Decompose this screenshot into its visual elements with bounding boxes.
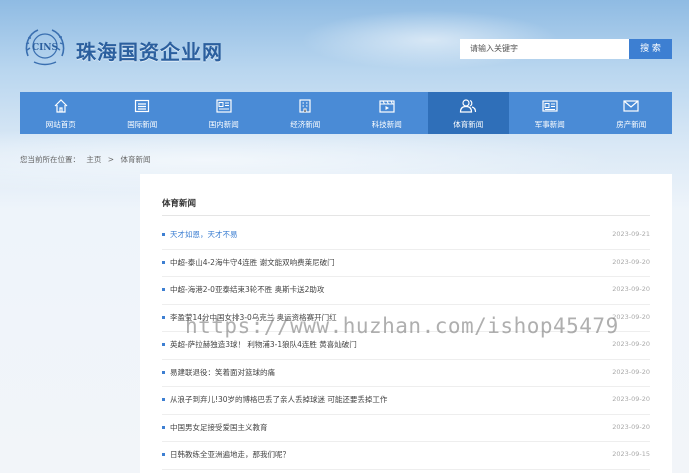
nav-label: 网站首页 xyxy=(45,120,76,129)
nav-label: 国内新闻 xyxy=(208,120,239,129)
news-date: 2023-09-20 xyxy=(612,367,650,376)
news-date: 2023-09-21 xyxy=(612,230,650,238)
nav-label: 军事新闻 xyxy=(534,120,565,129)
bullet-icon xyxy=(162,370,165,374)
news-title-link[interactable]: 中国男女足接受爱国主义教育 xyxy=(170,422,268,433)
news-title-link[interactable]: 易建联退役：笑着面对篮球的痛 xyxy=(170,367,275,378)
breadcrumb: 您当前所在位置： 主页 > 体育新闻 xyxy=(20,154,154,165)
news-title-link[interactable]: 从浪子到弃儿!30岁的博格巴丢了亲人丢掉球迷 可能还要丢掉工作 xyxy=(170,394,387,405)
breadcrumb-home-link[interactable]: 主页 xyxy=(86,155,101,164)
news-item[interactable]: 天才如恩，天才不易 2023-09-21 xyxy=(162,222,650,250)
nav-label: 科技新闻 xyxy=(371,120,402,129)
breadcrumb-separator: > xyxy=(107,155,115,164)
nav-item-sports[interactable]: 体育新闻 xyxy=(427,92,509,134)
site-title[interactable]: 珠海国资企业网 xyxy=(76,36,223,65)
news-item[interactable]: 日韩教练全亚洲遍地走，那我们呢？ 2023-09-15 xyxy=(162,442,650,470)
mail-icon xyxy=(623,100,639,112)
news-date: 2023-09-20 xyxy=(612,422,650,431)
logo-text: CINS xyxy=(32,43,58,53)
bullet-icon xyxy=(162,260,165,264)
search-input[interactable]: 请输入关键字 xyxy=(460,39,629,59)
news-date: 2023-09-20 xyxy=(612,285,650,293)
main-nav: 网站首页 国际新闻 国内新闻 经济新闻 科技新闻 体育新闻 军事新闻 房产新闻 xyxy=(20,92,672,134)
panel-title: 体育新闻 xyxy=(162,199,197,209)
nav-item-home[interactable]: 网站首页 xyxy=(20,92,102,134)
nav-label: 国际新闻 xyxy=(127,120,158,129)
news-doc-icon xyxy=(216,99,232,113)
nav-item-tech[interactable]: 科技新闻 xyxy=(346,92,428,134)
news-title-link[interactable]: 天才如恩，天才不易 xyxy=(170,229,238,240)
news-panel: 体育新闻 天才如恩，天才不易 2023-09-21 中超-泰山4-2海牛守4连胜… xyxy=(140,174,672,473)
news-date: 2023-09-20 xyxy=(612,395,650,403)
site-header: CINS 珠海国资企业网 请输入关键字 搜 索 xyxy=(0,0,689,92)
newspaper-icon xyxy=(135,99,150,113)
video-icon xyxy=(379,100,395,113)
news-item[interactable]: 中超-泰山4-2海牛守4连胜 谢文能双响费莱尼破门 2023-09-20 xyxy=(162,250,650,277)
bullet-icon xyxy=(162,233,165,236)
news-item[interactable]: 英超-萨拉赫独造3球！ 利物浦3-1狼队4连胜 黄喜灿破门 2023-09-20 xyxy=(162,332,650,360)
news-title-link[interactable]: 中超-泰山4-2海牛守4连胜 谢文能双响费莱尼破门 xyxy=(170,257,335,268)
news-title-link[interactable]: 李盈莹14分中国女排3-0乌克兰 奥运资格赛开门红 xyxy=(170,312,337,323)
news-date: 2023-09-15 xyxy=(612,450,650,458)
cins-logo-icon[interactable]: CINS xyxy=(22,26,68,68)
nav-label: 经济新闻 xyxy=(290,120,321,129)
bullet-icon xyxy=(162,453,165,456)
home-icon xyxy=(54,99,68,113)
news-title-link[interactable]: 英超-萨拉赫独造3球！ 利物浦3-1狼队4连胜 黄喜灿破门 xyxy=(170,339,357,350)
news-list: 天才如恩，天才不易 2023-09-21 中超-泰山4-2海牛守4连胜 谢文能双… xyxy=(162,222,650,470)
news-date: 2023-09-20 xyxy=(612,340,650,348)
nav-label: 房产新闻 xyxy=(616,120,647,129)
breadcrumb-prefix: 您当前所在位置： xyxy=(20,155,80,164)
nav-label: 体育新闻 xyxy=(453,120,484,129)
breadcrumb-current-link[interactable]: 体育新闻 xyxy=(120,155,150,164)
users-icon xyxy=(460,99,477,113)
bullet-icon xyxy=(162,315,165,319)
news-item[interactable]: 李盈莹14分中国女排3-0乌克兰 奥运资格赛开门红 2023-09-20 xyxy=(162,305,650,332)
news-date: 2023-09-20 xyxy=(612,257,650,266)
nav-item-realestate[interactable]: 房产新闻 xyxy=(591,92,673,134)
bullet-icon xyxy=(162,398,165,401)
bullet-icon xyxy=(162,288,165,291)
search-button[interactable]: 搜 索 xyxy=(629,39,672,59)
id-card-icon xyxy=(542,100,558,112)
news-item[interactable]: 易建联退役：笑着面对篮球的痛 2023-09-20 xyxy=(162,360,650,387)
news-title-link[interactable]: 日韩教练全亚洲遍地走，那我们呢？ xyxy=(170,449,290,460)
nav-item-economy[interactable]: 经济新闻 xyxy=(265,92,347,134)
news-item[interactable]: 中国男女足接受爱国主义教育 2023-09-20 xyxy=(162,415,650,442)
divider xyxy=(162,215,650,216)
bullet-icon xyxy=(162,425,165,429)
nav-item-domestic[interactable]: 国内新闻 xyxy=(183,92,265,134)
nav-item-international[interactable]: 国际新闻 xyxy=(102,92,184,134)
bullet-icon xyxy=(162,343,165,346)
nav-item-military[interactable]: 军事新闻 xyxy=(509,92,591,134)
news-date: 2023-09-20 xyxy=(612,312,650,321)
news-title-link[interactable]: 中超-海港2-0亚泰结束3轮不胜 奥斯卡送2助攻 xyxy=(170,284,324,295)
building-icon xyxy=(299,99,311,113)
news-item[interactable]: 中超-海港2-0亚泰结束3轮不胜 奥斯卡送2助攻 2023-09-20 xyxy=(162,277,650,305)
news-item[interactable]: 从浪子到弃儿!30岁的博格巴丢了亲人丢掉球迷 可能还要丢掉工作 2023-09-… xyxy=(162,387,650,415)
